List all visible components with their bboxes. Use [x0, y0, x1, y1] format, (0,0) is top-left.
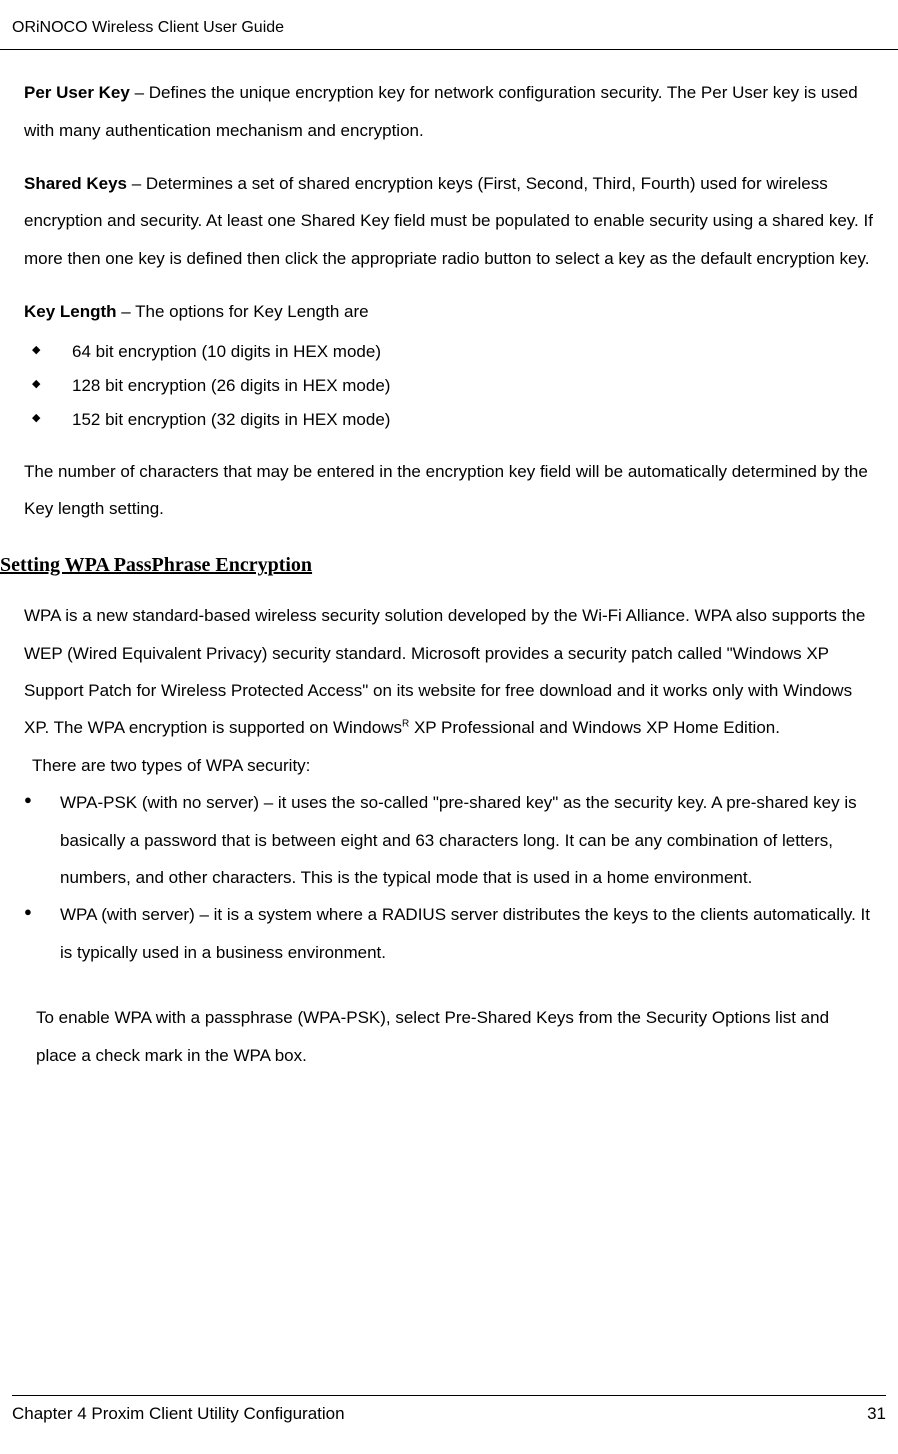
list-item: WPA (with server) – it is a system where…: [24, 896, 874, 971]
wpa-types-intro-text: There are two types of WPA security:: [32, 756, 310, 775]
list-item-text: WPA (with server) – it is a system where…: [60, 905, 870, 961]
key-length-text: – The options for Key Length are: [117, 302, 369, 321]
list-item: 64 bit encryption (10 digits in HEX mode…: [24, 335, 874, 369]
wpa-types-intro: There are two types of WPA security:: [32, 747, 874, 784]
per-user-key-para: Per User Key – Defines the unique encryp…: [24, 74, 874, 149]
section-heading-wpa: Setting WPA PassPhrase Encryption: [0, 551, 874, 579]
key-length-label: Key Length: [24, 302, 117, 321]
list-item-text: 64 bit encryption (10 digits in HEX mode…: [72, 342, 381, 361]
wpa-intro-para: WPA is a new standard-based wireless sec…: [24, 597, 874, 747]
shared-keys-text: – Determines a set of shared encryption …: [24, 174, 873, 268]
key-length-para: Key Length – The options for Key Length …: [24, 293, 874, 330]
after-key-length-para: The number of characters that may be ent…: [24, 453, 874, 528]
list-item-text: WPA-PSK (with no server) – it uses the s…: [60, 793, 857, 887]
final-para: To enable WPA with a passphrase (WPA-PSK…: [24, 999, 874, 1074]
page-content: Per User Key – Defines the unique encryp…: [0, 74, 898, 1074]
section-heading-text: Setting WPA PassPhrase Encryption: [0, 554, 312, 576]
key-length-list: 64 bit encryption (10 digits in HEX mode…: [24, 335, 874, 437]
list-item-text: 128 bit encryption (26 digits in HEX mod…: [72, 376, 390, 395]
wpa-intro-text-2: XP Professional and Windows XP Home Edit…: [409, 718, 780, 737]
per-user-key-label: Per User Key: [24, 83, 130, 102]
wpa-block: WPA is a new standard-based wireless sec…: [24, 597, 874, 784]
list-item-text: 152 bit encryption (32 digits in HEX mod…: [72, 410, 390, 429]
per-user-key-text: – Defines the unique encryption key for …: [24, 83, 858, 139]
page-footer: Chapter 4 Proxim Client Utility Configur…: [12, 1395, 886, 1426]
wpa-types-list: WPA-PSK (with no server) – it uses the s…: [24, 784, 874, 971]
page-header: ORiNOCO Wireless Client User Guide: [0, 0, 898, 50]
footer-chapter: Chapter 4 Proxim Client Utility Configur…: [12, 1402, 345, 1426]
list-item: WPA-PSK (with no server) – it uses the s…: [24, 784, 874, 896]
after-key-length-text: The number of characters that may be ent…: [24, 462, 868, 518]
shared-keys-label: Shared Keys: [24, 174, 127, 193]
list-item: 152 bit encryption (32 digits in HEX mod…: [24, 403, 874, 437]
final-para-text: To enable WPA with a passphrase (WPA-PSK…: [36, 1008, 829, 1064]
list-item: 128 bit encryption (26 digits in HEX mod…: [24, 369, 874, 403]
footer-page-number: 31: [867, 1402, 886, 1426]
shared-keys-para: Shared Keys – Determines a set of shared…: [24, 165, 874, 277]
header-title: ORiNOCO Wireless Client User Guide: [12, 19, 284, 36]
